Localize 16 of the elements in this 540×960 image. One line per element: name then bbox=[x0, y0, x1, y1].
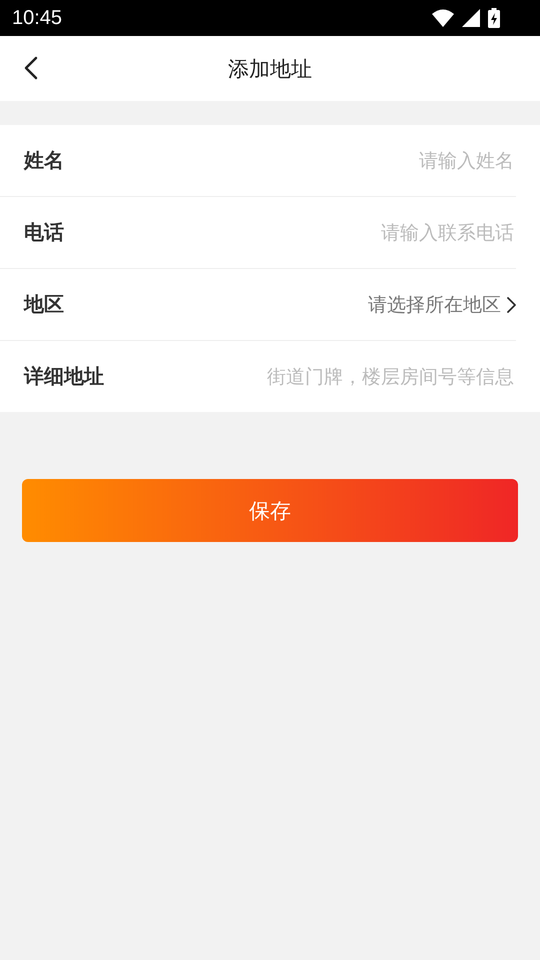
wifi-icon bbox=[432, 9, 454, 27]
region-selector[interactable]: 请选择所在地区 bbox=[368, 292, 501, 318]
field-label: 详细地址 bbox=[24, 363, 104, 390]
input-field[interactable]: 请输入联系电话 bbox=[192, 220, 516, 244]
signal-icon bbox=[462, 9, 480, 27]
field-label: 电话 bbox=[24, 219, 64, 246]
input-field[interactable]: 请输入姓名 bbox=[192, 148, 516, 172]
battery-icon bbox=[488, 8, 500, 28]
back-icon[interactable] bbox=[24, 56, 38, 80]
field-label: 姓名 bbox=[24, 147, 64, 174]
input-field[interactable]: 街道门牌，楼层房间号等信息 bbox=[192, 364, 516, 388]
page-title: 添加地址 bbox=[228, 56, 312, 82]
status-time: 10:45 bbox=[12, 6, 62, 30]
chevron-right-icon bbox=[507, 296, 516, 312]
field-label: 地区 bbox=[24, 291, 64, 318]
save-button[interactable]: 保存 bbox=[22, 479, 518, 542]
